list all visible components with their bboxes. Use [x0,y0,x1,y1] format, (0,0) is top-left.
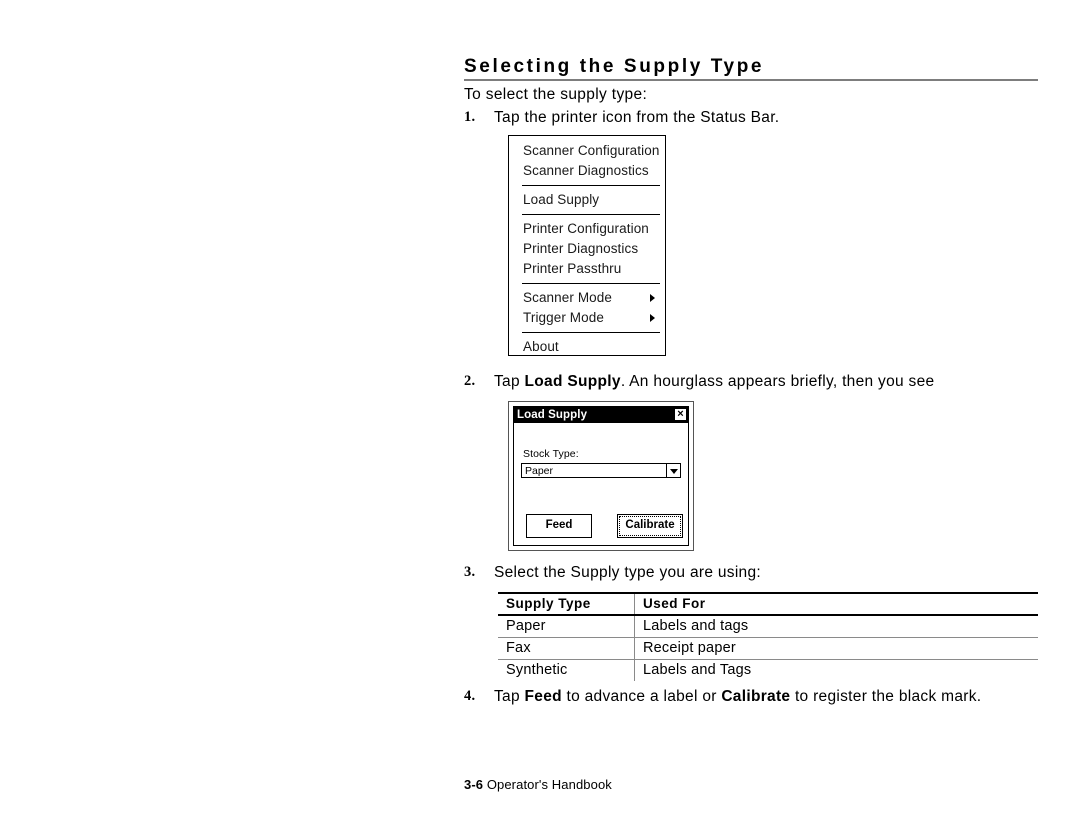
step-2-number: 2. [464,373,476,389]
step-3-number: 3. [464,564,476,580]
document-page: Selecting the Supply Type To select the … [0,0,1080,834]
dialog-title: Load Supply [517,409,588,421]
step-1-text: Tap the printer icon from the Status Bar… [494,109,780,126]
menu-separator [522,185,660,186]
menu-item-label: About [523,339,559,354]
submenu-arrow-icon [650,294,655,302]
menu-item-printer-diagnostics[interactable]: Printer Diagnostics [509,239,665,259]
step-4-text-b: to advance a label or [561,688,722,705]
feed-button-label: Feed [545,519,573,531]
table-body: Paper Labels and tags Fax Receipt paper … [498,615,1038,681]
step-4-text-c: to register the black mark. [790,688,982,705]
menu-item-label: Printer Configuration [523,221,649,236]
menu-item-label: Scanner Configuration [523,143,660,158]
footer-page-number: 3-6 [464,777,484,792]
step-2-text: Tap Load Supply. An hourglass appears br… [494,373,934,391]
menu-item-scanner-diagnostics[interactable]: Scanner Diagnostics [509,161,665,181]
stock-type-select[interactable]: Paper [521,463,681,478]
menu-item-label: Printer Diagnostics [523,241,639,256]
table-header-row: Supply Type Used For [498,593,1038,615]
menu-separator [522,332,660,333]
step-4-number: 4. [464,688,476,704]
cell-supply-type: Synthetic [498,659,635,681]
menu-item-load-supply[interactable]: Load Supply [509,190,665,210]
menu-item-scanner-configuration[interactable]: Scanner Configuration [509,141,665,161]
stock-type-label: Stock Type: [523,448,579,460]
menu-item-about[interactable]: About [509,337,665,357]
intro-text: To select the supply type: [464,86,648,103]
column-header-supply-type: Supply Type [498,593,635,615]
cell-supply-type: Fax [498,637,635,660]
submenu-arrow-icon [650,314,655,322]
printer-status-menu: Scanner Configuration Scanner Diagnostic… [508,135,666,356]
menu-item-label: Trigger Mode [523,310,604,325]
menu-item-label: Printer Passthru [523,261,622,276]
step-4-bold-calibrate: Calibrate [721,688,791,705]
menu-separator [522,214,660,215]
device-screen-frame: Load Supply × Stock Type: Paper Feed Cal… [508,401,694,551]
cell-used-for: Labels and Tags [643,662,752,678]
step-2-text-after: . An hourglass appears briefly, then you… [620,373,935,390]
table-row: Synthetic Labels and Tags [498,659,1038,681]
step-2-text-before: Tap [494,373,525,390]
step-1-number: 1. [464,109,476,125]
menu-item-label: Scanner Mode [523,290,613,305]
step-4-bold-feed: Feed [524,688,562,705]
footer-book-title: Operator's Handbook [486,777,612,792]
step-4-text: Tap Feed to advance a label or Calibrate… [494,688,981,706]
column-header-used-for: Used For [643,596,706,611]
heading-rule [464,79,1038,81]
menu-item-printer-passthru[interactable]: Printer Passthru [509,259,665,279]
menu-item-trigger-mode[interactable]: Trigger Mode [509,308,665,328]
chevron-down-icon[interactable] [666,464,680,477]
dialog-titlebar: Load Supply × [514,407,688,423]
supply-type-table: Supply Type Used For Paper Labels and ta… [498,592,1038,681]
menu-item-scanner-mode[interactable]: Scanner Mode [509,288,665,308]
table-row: Fax Receipt paper [498,637,1038,660]
step-4-text-a: Tap [494,688,525,705]
menu-separator [522,283,660,284]
load-supply-dialog: Load Supply × Stock Type: Paper Feed Cal… [513,406,689,546]
step-2-text-bold: Load Supply [524,373,621,390]
step-3-text: Select the Supply type you are using: [494,564,762,581]
page-footer: 3-6 Operator's Handbook [464,777,612,792]
cell-supply-type: Paper [498,615,635,638]
page-title: Selecting the Supply Type [464,56,765,77]
table-head: Supply Type Used For [498,593,1038,615]
table-row: Paper Labels and tags [498,615,1038,638]
menu-item-label: Load Supply [523,192,600,207]
menu-item-label: Scanner Diagnostics [523,163,649,178]
feed-button[interactable]: Feed [526,514,592,538]
cell-used-for: Labels and tags [643,618,749,634]
calibrate-button-label: Calibrate [625,519,675,531]
menu-item-printer-configuration[interactable]: Printer Configuration [509,219,665,239]
cell-used-for: Receipt paper [643,640,736,656]
stock-type-value: Paper [525,465,554,477]
close-icon[interactable]: × [674,408,687,421]
calibrate-button[interactable]: Calibrate [617,514,683,538]
